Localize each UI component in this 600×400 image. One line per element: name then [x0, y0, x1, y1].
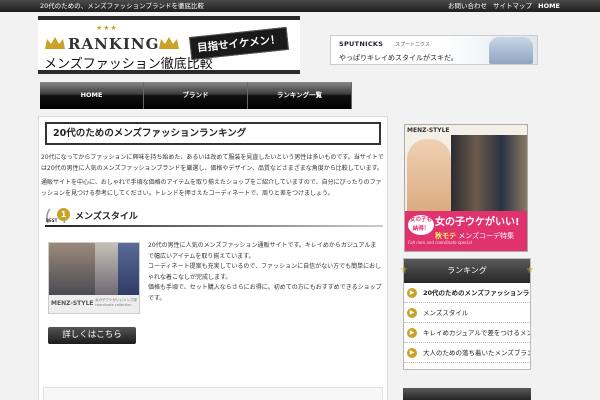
fleur-icon: ⚜ — [525, 266, 534, 276]
intro-paragraph-2: 通販サイトを中心に、おしゃれで手頃な価格のアイテムを取り揃えたショップをご紹介し… — [41, 179, 382, 197]
intro-paragraph-1: 20代になってからファッションに興味を持ち始めた、あるいは改めて服装を見直したい… — [41, 154, 384, 172]
side-ad-tiny-text: Fall men and coordinate special — [408, 240, 472, 245]
top-links: お問い合わせ サイトマップ HOME — [444, 0, 560, 12]
product-photo-2 — [95, 243, 118, 295]
ad-brand-sub: スプートニクス — [395, 42, 430, 48]
home-link[interactable]: HOME — [538, 2, 560, 10]
page-title: 20代のためのメンズファッションランキング — [45, 122, 381, 145]
rating-stars: ★★★ — [96, 24, 118, 32]
crown-icon — [45, 37, 65, 49]
sidebar-item-label: 大人のための落ち着いたメンズブランド — [423, 349, 530, 357]
logo-ranking-text: RANKING — [68, 35, 160, 53]
best-label: BEST — [46, 218, 58, 223]
sidebar-box-2-header — [403, 388, 531, 400]
section-divider — [45, 225, 383, 227]
site-logo[interactable]: ★★★ RANKING メンズファッション徹底比較 目指せイケメン！ — [38, 16, 300, 74]
product-photo-3 — [118, 243, 139, 295]
side-ad-subline-rest: メンズコーデ特集 — [458, 232, 515, 240]
ad-model-image — [489, 37, 533, 64]
product-photo-main — [49, 243, 95, 295]
fleur-icon: ⚜ — [400, 266, 409, 276]
side-ad-headline: 女の子ウケがいい! — [435, 217, 520, 228]
nav-item-brand[interactable]: ブランド — [144, 82, 248, 109]
arrow-right-icon: ▶ — [407, 348, 417, 358]
sputnicks-banner-ad[interactable]: SPUTNICKS スプートニクス やっぱりキレイめスタイルがスキだ。 — [330, 35, 538, 65]
side-ad-models-men — [451, 135, 527, 219]
rank-description-3: 価格も手頃で、セット購入ならさらにお得に。初めての方にもおすすめできるショップで… — [148, 284, 382, 302]
sidebar-heading: ⚜ ランキング ⚜ — [400, 259, 534, 283]
sidebar-list: ▶ 20代のためのメンズファッションランキング ▶ メンズスタイル ▶ キレイめカジュ… — [404, 283, 530, 363]
rank-section-header: BEST 1 メンズスタイル — [45, 208, 383, 227]
sidebar-item[interactable]: ▶ キレイめカジュアルで差をつけるメンズファッション通販 — [404, 323, 530, 343]
sidebar-item[interactable]: ▶ 大人のための落ち着いたメンズブランド — [404, 343, 530, 363]
sidebar-item-label: キレイめカジュアルで差をつけるメンズファッション通販 — [423, 329, 530, 337]
product-image[interactable]: MENZ-STYLE 女の子ウケがいいメンズ服 coordinate colle… — [48, 242, 140, 314]
rank-title: メンズスタイル — [75, 212, 138, 222]
side-ad-header: MENZ-STYLE — [407, 127, 450, 134]
nav-item-ranking-list[interactable]: ランキング一覧 — [248, 82, 352, 109]
main-content: 20代のためのメンズファッションランキング 20代になってからファッションに興味… — [38, 116, 388, 400]
sidebar-ranking-box: ⚜ ランキング ⚜ ▶ 20代のためのメンズファッションランキング ▶ メンズスタイ… — [400, 258, 534, 370]
sidebar-item-label: メンズスタイル — [423, 309, 469, 317]
rank-description-1: 20代の男性に人気のメンズファッション通販サイトです。キレイめからカジュアルまで… — [148, 242, 377, 260]
arrow-right-icon: ▶ — [407, 308, 417, 318]
main-nav: HOME ブランド ランキング一覧 — [40, 82, 352, 109]
nav-item-home[interactable]: HOME — [40, 82, 144, 109]
site-tagline: 20代のための、メンズファッションブランドを徹底比較 — [40, 2, 204, 10]
sidebar-item-label: 20代のためのメンズファッションランキング — [423, 289, 530, 297]
sitemap-link[interactable]: サイトマップ — [493, 2, 532, 10]
sidebar-heading-text: ランキング — [447, 266, 487, 275]
product-caption: 女の子ウケがいいメンズ服 coordinate collection — [95, 298, 137, 307]
sidebar-ad-banner[interactable]: MENZ-STYLE 女の子も納得！ 女の子ウケがいい! 秋モテ メンズコーデ特… — [404, 124, 528, 252]
logo-badge: 目指せイケメン！ — [189, 26, 289, 61]
top-bar: 20代のための、メンズファッションブランドを徹底比較 お問い合わせ サイトマップ… — [0, 0, 600, 12]
arrow-right-icon: ▶ — [407, 288, 417, 298]
ad-copy: やっぱりキレイめスタイルがスキだ。 — [339, 54, 458, 62]
side-ad-model-woman — [407, 139, 451, 219]
sidebar-item[interactable]: ▶ 20代のためのメンズファッションランキング — [404, 283, 530, 303]
rank-description-2: コーディネート提案も充実しているので、ファッションに自信がない方でも簡単におしゃ… — [148, 263, 382, 281]
arrow-right-icon: ▶ — [407, 328, 417, 338]
details-button[interactable]: 詳しくはこちら — [48, 327, 136, 344]
rank-number-badge: 1 — [57, 208, 70, 221]
logo-subtitle: メンズファッション徹底比較 — [44, 57, 213, 72]
sidebar-item[interactable]: ▶ メンズスタイル — [404, 303, 530, 323]
side-ad-subline-lead: 秋モテ — [435, 232, 456, 240]
crown-icon — [159, 37, 179, 49]
product-brand-label: MENZ-STYLE — [51, 300, 94, 307]
side-ad-badge: 女の子も納得！ — [408, 215, 434, 235]
rank-section-2 — [43, 387, 383, 400]
ad-brand: SPUTNICKS — [339, 40, 384, 48]
contact-link[interactable]: お問い合わせ — [448, 2, 487, 10]
